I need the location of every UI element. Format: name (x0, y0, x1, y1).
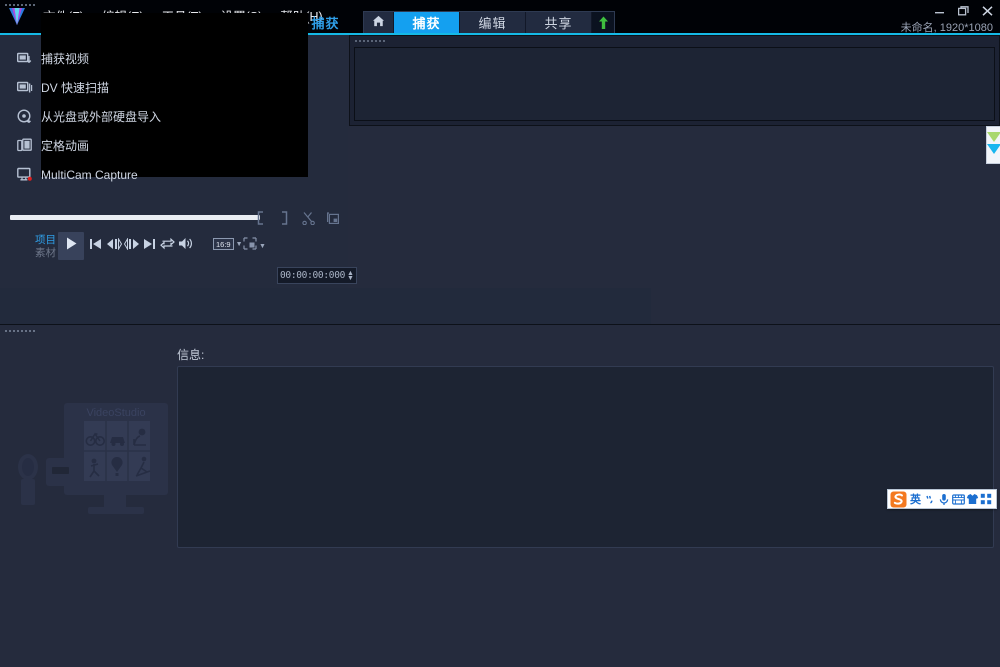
import-disc-label: 从光盘或外部硬盘导入 (41, 108, 161, 125)
scrub-slider[interactable] (10, 215, 260, 220)
dv-quick-scan-option[interactable]: DV 快速扫描 (10, 73, 510, 102)
sync-arrows-icon (987, 130, 1000, 160)
dv-quick-scan-label: DV 快速扫描 (41, 79, 109, 96)
scissors-icon[interactable] (301, 210, 316, 226)
fullscreen-preview-icon (243, 237, 257, 255)
import-disc-icon (14, 107, 36, 127)
timecode-stepper[interactable]: ▲ ▼ (347, 271, 354, 281)
microphone-icon[interactable] (937, 490, 951, 508)
multicam-capture-icon (14, 165, 36, 185)
loop-icon (160, 237, 175, 255)
display-mode-selector[interactable]: ▼ (243, 237, 266, 255)
scrub-bar-row (0, 208, 348, 230)
bracket-right-icon[interactable] (277, 210, 292, 226)
repeat-button[interactable] (158, 236, 177, 256)
window-controls (932, 4, 994, 17)
multicam-capture-label: MultiCam Capture (41, 168, 138, 182)
videostudio-window: 文件(F) 编辑(E) 工具(T) 设置(S) 帮助(H) 捕获 编辑 共享 (0, 0, 1000, 667)
previous-button[interactable] (86, 236, 105, 256)
capture-video-icon (14, 49, 36, 69)
edge-flyout-widget[interactable] (986, 126, 1000, 164)
soft-keyboard-icon[interactable] (951, 490, 965, 508)
dv-quick-scan-icon (14, 78, 36, 98)
capture-video-label: 捕获视频 (41, 50, 89, 67)
ime-mode-toggle[interactable]: 英 (908, 491, 923, 507)
info-label: 信息: (177, 346, 204, 363)
aspect-ratio-selector[interactable]: 16:9 ▼ (213, 238, 243, 250)
restore-button[interactable] (956, 4, 970, 17)
sogou-logo-icon[interactable] (888, 490, 908, 508)
preview-mode-toggle: 项目 素材 (22, 234, 56, 260)
volume-button[interactable] (176, 236, 195, 256)
next-frame-button[interactable] (122, 236, 141, 256)
timecode-value: 00:00:00:000 (280, 269, 345, 282)
capture-video-option[interactable]: 捕获视频 (10, 44, 510, 73)
library-panel-grip[interactable] (354, 39, 386, 43)
videostudio-watermark-illustration: VideoStudio (8, 395, 180, 530)
close-button[interactable] (980, 4, 994, 17)
minimize-button[interactable] (932, 4, 946, 17)
bottom-panel-grip[interactable] (4, 329, 36, 333)
skin-icon[interactable] (965, 490, 979, 508)
sogou-ime-toolbar[interactable]: 英 (887, 489, 997, 509)
timecode-field[interactable]: 00:00:00:000 ▲ ▼ (277, 267, 357, 284)
play-icon (66, 237, 77, 255)
play-button[interactable] (58, 232, 84, 260)
bottom-workspace: VideoStudio 信息: (0, 324, 1000, 667)
capture-panel-title: 捕获 (0, 13, 651, 32)
stop-motion-option[interactable]: 定格动画 (10, 131, 510, 160)
export-frame-icon[interactable] (325, 210, 340, 226)
punctuation-toggle-icon[interactable] (923, 490, 937, 508)
import-disc-option[interactable]: 从光盘或外部硬盘导入 (10, 102, 510, 131)
toolbox-icon[interactable] (979, 490, 993, 508)
transport-controls: 项目 素材 (0, 232, 348, 276)
info-text-area[interactable] (177, 366, 994, 548)
skip-forward-icon (143, 237, 156, 255)
skip-back-icon (89, 237, 102, 255)
next-button[interactable] (140, 236, 159, 256)
chevron-down-icon: ▼ (259, 243, 266, 250)
bracket-left-icon[interactable] (253, 210, 268, 226)
aspect-ratio-value: 16:9 (213, 238, 234, 250)
svg-text:VideoStudio: VideoStudio (86, 407, 145, 419)
stepper-down-icon: ▼ (347, 276, 354, 281)
capture-options-list: 捕获视频 DV 快速扫描 (10, 44, 510, 189)
volume-icon (178, 237, 193, 255)
chevron-down-icon: ▼ (236, 241, 243, 248)
frame-back-icon (106, 237, 122, 255)
multicam-capture-option[interactable]: MultiCam Capture (10, 160, 510, 189)
stop-motion-icon (14, 136, 36, 156)
previous-frame-button[interactable] (104, 236, 123, 256)
capture-panel-grip[interactable] (4, 3, 36, 7)
trim-tool-group (253, 208, 340, 228)
stop-motion-label: 定格动画 (41, 137, 89, 154)
mode-clip-button[interactable]: 素材 (22, 247, 56, 260)
mode-project-button[interactable]: 项目 (22, 234, 56, 247)
frame-forward-icon (124, 237, 140, 255)
